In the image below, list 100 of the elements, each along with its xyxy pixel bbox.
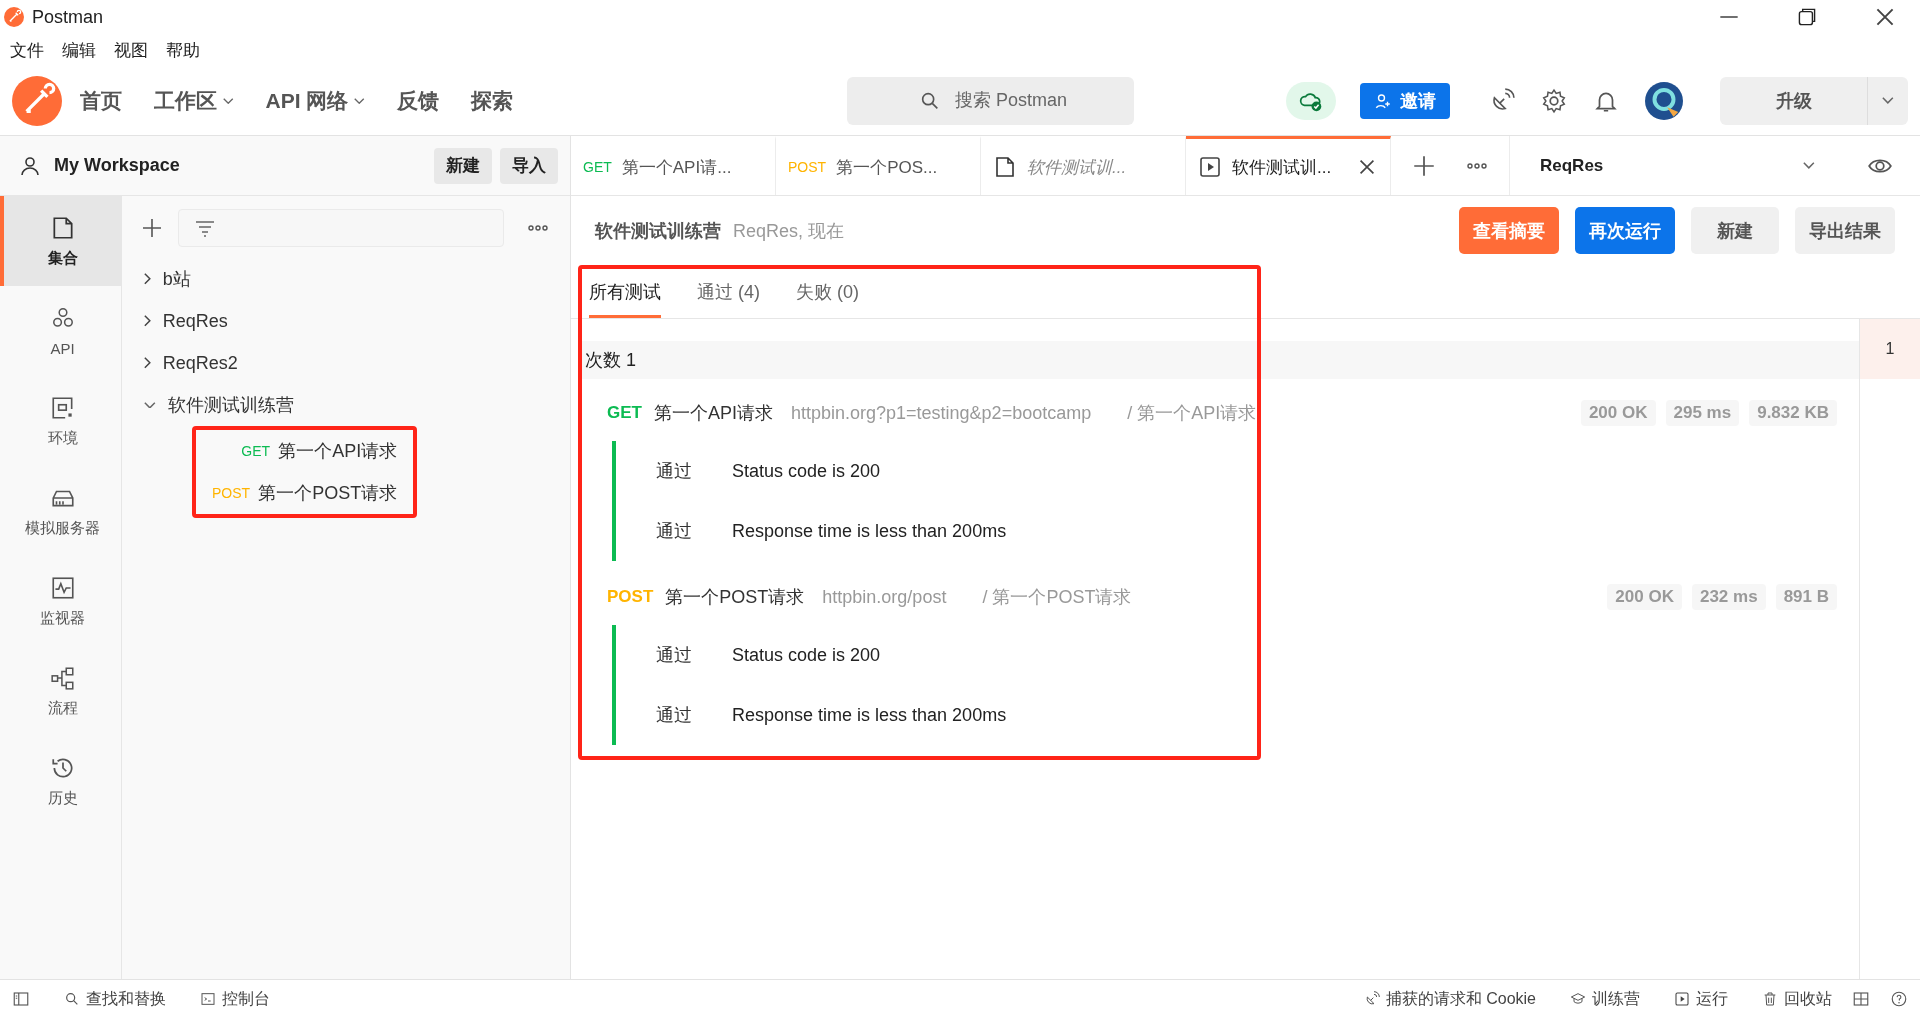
menu-item[interactable]: 帮助 [166, 38, 200, 62]
collection-icon [993, 155, 1017, 179]
time-badge: 295 ms [1665, 400, 1740, 426]
status-bar-item[interactable]: 捕获的请求和 Cookie [1363, 988, 1536, 1010]
run-action-button[interactable]: 再次运行 [1575, 207, 1675, 254]
nav-link[interactable]: 工作区 [154, 86, 234, 115]
satellite-icon [1363, 991, 1380, 1007]
status-badge: 200 OK [1580, 400, 1656, 426]
sidebar-nav-item[interactable]: API [0, 286, 121, 376]
search-field[interactable]: 搜索 Postman [846, 76, 1134, 125]
request-url: httpbin.org/post [822, 586, 947, 608]
sidebar-nav-item[interactable]: 监视器 [0, 556, 121, 646]
time-badge: 232 ms [1691, 584, 1766, 610]
console-icon [200, 991, 216, 1007]
menu-item[interactable]: 视图 [114, 38, 148, 62]
request-path: / 第一个API请求 [1127, 402, 1257, 425]
method-label: GET [607, 403, 642, 423]
tree-item[interactable]: 软件测试训练营 [140, 384, 550, 426]
method-label: GET [241, 443, 271, 459]
layout-icon[interactable] [1852, 990, 1870, 1008]
workspace-name: My Workspace [54, 155, 180, 176]
size-badge: 9.832 KB [1749, 400, 1837, 426]
sidebar-nav-item[interactable]: 集合 [0, 196, 121, 286]
iteration-item[interactable]: 1 [1860, 319, 1920, 379]
postman-logo-icon[interactable] [12, 75, 62, 126]
sidebar-nav-item[interactable]: 历史 [0, 736, 121, 826]
graduation-cap-icon [1570, 991, 1586, 1007]
status-bar-item[interactable]: 控制台 [200, 988, 270, 1010]
chevron-right-icon[interactable] [144, 273, 151, 285]
nav-link[interactable]: 首页 [80, 86, 122, 115]
request-name[interactable]: 第一个API请求 [653, 401, 773, 425]
invite-button[interactable]: 邀请 [1360, 82, 1450, 119]
trash-icon [1762, 991, 1778, 1007]
sidebar-nav-item[interactable]: 模拟服务器 [0, 466, 121, 556]
test-name: Status code is 200 [732, 460, 881, 482]
size-badge: 891 B [1775, 584, 1837, 610]
status-bar-item[interactable]: 查找和替换 [64, 988, 166, 1010]
method-label: GET [583, 159, 612, 175]
result-tab[interactable]: 所有测试 [589, 265, 661, 318]
test-result: 通过 [656, 520, 693, 543]
request-name[interactable]: 第一个API请求 [278, 439, 398, 463]
request-url: httpbin.org?p1=testing&p2=bootcamp [790, 402, 1092, 424]
status-bar-item[interactable]: 运行 [1674, 988, 1728, 1010]
editor-tab[interactable]: POST 第一个POS... [776, 136, 981, 195]
nav-link[interactable]: 反馈 [396, 86, 439, 115]
request-name[interactable]: 第一个POST请求 [665, 585, 805, 609]
method-label: POST [212, 485, 251, 501]
editor-tab[interactable]: 软件测试训... [1186, 136, 1391, 195]
add-icon[interactable] [140, 216, 164, 240]
status-badge: 200 OK [1607, 584, 1682, 610]
method-label: POST [788, 159, 827, 175]
chevron-right-icon[interactable] [144, 315, 151, 327]
environment-dropdown[interactable]: ReqRes [1510, 136, 1827, 195]
sidebar-toggle-icon[interactable] [12, 990, 30, 1008]
workspace-button[interactable]: 导入 [500, 147, 558, 184]
editor-tab[interactable]: GET 第一个API请... [571, 136, 776, 195]
play-icon [1674, 991, 1690, 1007]
test-result: 通过 [656, 704, 693, 727]
avatar-icon[interactable] [1645, 81, 1683, 120]
tab-title: 第一个API请... [621, 156, 732, 179]
chevron-down-icon[interactable] [144, 401, 156, 409]
menu-item[interactable]: 文件 [10, 38, 44, 62]
nav-link[interactable]: 探索 [470, 86, 513, 115]
person-plus-icon [1374, 91, 1392, 110]
runner-icon [1198, 155, 1222, 179]
test-name: Response time is less than 200ms [732, 704, 1007, 726]
search-icon [64, 991, 80, 1007]
flow-icon [49, 664, 76, 691]
tab-title: 第一个POS... [836, 156, 938, 179]
tree-item[interactable]: b站 [140, 258, 550, 300]
run-subtitle: ReqRes, 现在 [733, 219, 845, 243]
status-bar-item[interactable]: 训练营 [1570, 988, 1640, 1010]
sidebar-nav-item[interactable]: 流程 [0, 646, 121, 736]
tab-title: 软件测试训... [1027, 156, 1127, 179]
nav-link[interactable]: API 网络 [265, 86, 365, 115]
app-logo-icon [4, 7, 24, 27]
tree-item[interactable]: ReqRes [140, 300, 550, 342]
editor-tab[interactable]: 软件测试训... [981, 136, 1186, 195]
menu-item[interactable]: 编辑 [62, 38, 96, 62]
chevron-right-icon[interactable] [144, 357, 151, 369]
test-name: Response time is less than 200ms [732, 520, 1007, 542]
workspace-button[interactable]: 新建 [434, 147, 492, 184]
tree-item[interactable]: ReqRes2 [140, 342, 550, 384]
run-title: 软件测试训练营 [595, 219, 721, 243]
result-tab[interactable]: 失败 (0) [796, 265, 859, 318]
run-action-button[interactable]: 导出结果 [1795, 207, 1895, 254]
request-name[interactable]: 第一个POST请求 [258, 481, 398, 505]
iteration-header: 次数 1 [581, 341, 1859, 379]
settings-icon[interactable] [1541, 87, 1567, 114]
filter-field[interactable] [178, 209, 504, 247]
tab-title: 软件测试训... [1232, 156, 1332, 179]
test-name: Status code is 200 [732, 644, 881, 666]
result-tab[interactable]: 通过 (4) [697, 265, 760, 318]
status-bar-item[interactable]: 回收站 [1762, 988, 1832, 1010]
help-icon[interactable] [1890, 990, 1908, 1008]
method-label: POST [607, 587, 654, 607]
run-action-button[interactable]: 新建 [1691, 207, 1779, 254]
request-path: / 第一个POST请求 [982, 586, 1132, 609]
chevron-down-icon [1882, 97, 1894, 104]
sidebar-nav-item[interactable]: 环境 [0, 376, 121, 466]
